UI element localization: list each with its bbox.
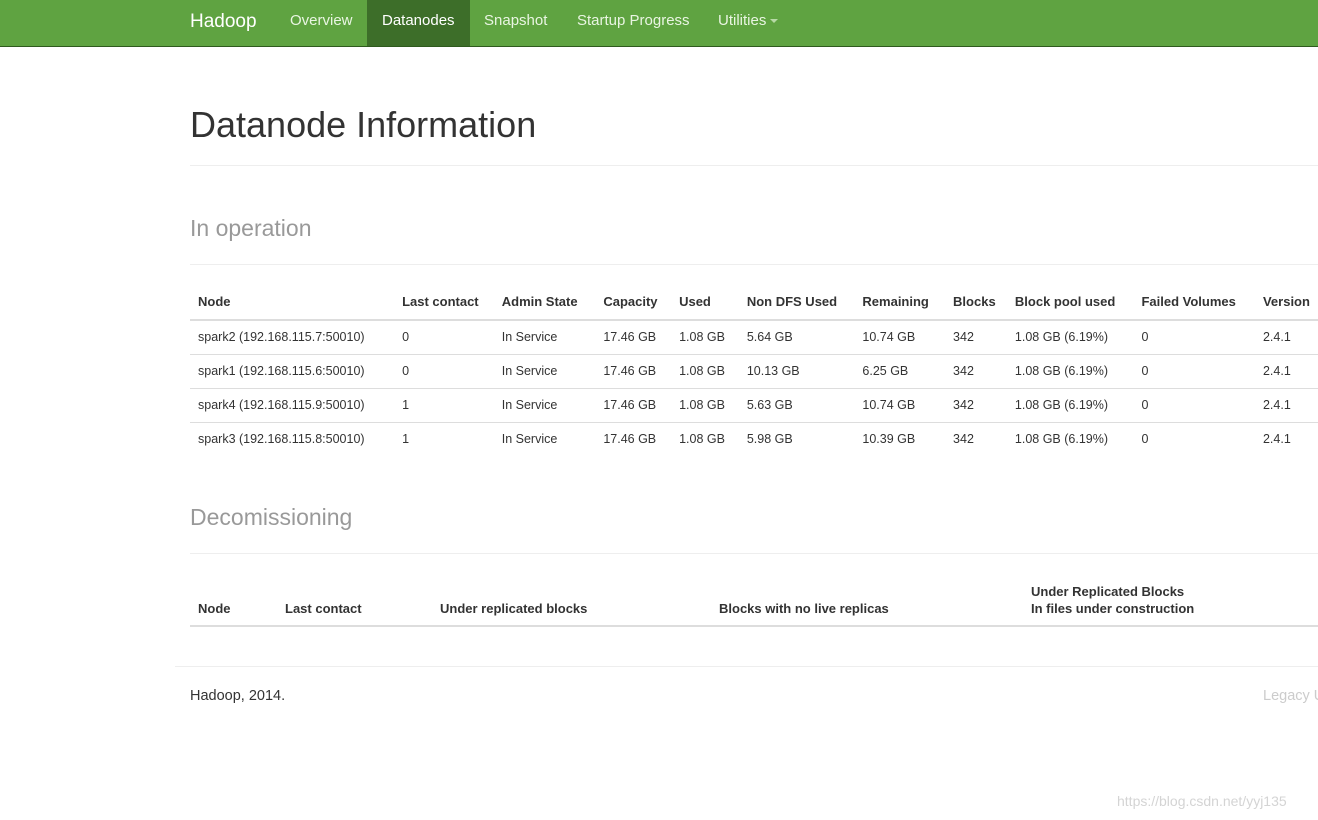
cell-version: 2.4.1: [1254, 320, 1318, 355]
footer-divider: [175, 666, 1318, 667]
caret-down-icon: [770, 19, 779, 24]
cell-blocks: 342: [945, 354, 1007, 389]
page-title: Datanode Information: [190, 104, 537, 145]
col-last-contact: Last contact: [277, 570, 432, 627]
table-row: spark1 (192.168.115.6:50010) 0 In Servic…: [190, 354, 1318, 389]
cell-admin-state: In Service: [493, 354, 596, 389]
legacy-ui-link[interactable]: Legacy U: [1263, 688, 1318, 704]
cell-used: 1.08 GB: [671, 388, 739, 423]
nav-snapshot[interactable]: Snapshot: [469, 0, 562, 46]
cell-block-pool-used: 1.08 GB (6.19%): [1014, 432, 1109, 447]
brand-link[interactable]: Hadoop: [190, 0, 257, 46]
cell-block-pool-used: 1.08 GB (6.19%): [1006, 388, 1134, 423]
nav-overview[interactable]: Overview: [275, 0, 368, 46]
col-used: Used: [671, 283, 739, 321]
decommissioning-heading: Decomissioning: [190, 504, 353, 530]
col-capacity: Capacity: [595, 283, 672, 321]
cell-block-pool-used: 1.08 GB (6.19%): [1006, 320, 1134, 355]
cell-last-contact: 1: [402, 432, 410, 447]
col-node: Node: [190, 283, 395, 321]
cell-failed-volumes: 0: [1141, 432, 1149, 447]
col-failed-volumes: Failed Volumes: [1133, 283, 1255, 321]
cell-blocks: 342: [945, 320, 1007, 355]
cell-node: spark2 (192.168.115.7:50010): [190, 320, 395, 355]
col-remaining: Remaining: [854, 283, 946, 321]
cell-last-contact: 0: [394, 320, 494, 355]
cell-non-dfs-used: 5.64 GB: [738, 320, 855, 355]
cell-used: 1.08 GB: [671, 354, 739, 389]
cell-failed-volumes: 0: [1133, 388, 1255, 423]
table-header-row: Node Last contact Under replicated block…: [190, 570, 1318, 627]
col-under-replicated-blocks: Under replicated blocks: [432, 570, 711, 627]
header-line: In files under construction: [1031, 601, 1195, 616]
col-non-dfs-used: Non DFS Used: [738, 283, 855, 321]
in-operation-divider: [190, 264, 1318, 265]
nav-startup-progress[interactable]: Startup Progress: [562, 0, 705, 46]
col-node: Node: [190, 570, 277, 627]
col-block-pool-used: Block pool used: [1006, 283, 1134, 321]
cell-admin-state: In Service: [501, 432, 558, 447]
datanodes-table: Node Last contact Admin State Capacity U…: [190, 283, 1318, 456]
cell-remaining: 6.25 GB: [854, 354, 946, 389]
cell-node: spark4 (192.168.115.9:50010): [190, 388, 395, 423]
cell-blocks: 342: [953, 432, 974, 447]
table-row: spark3 (192.168.115.8:50010) 1 In Servic…: [190, 422, 1318, 456]
nav-utilities-label: Utilities: [718, 12, 767, 29]
watermark-text: https://blog.csdn.net/yyj135: [1117, 793, 1287, 809]
cell-capacity: 17.46 GB: [595, 354, 672, 389]
footer-copyright: Hadoop, 2014.: [190, 688, 286, 704]
cell-last-contact: 0: [394, 354, 494, 389]
cell-block-pool-used: 1.08 GB (6.19%): [1006, 354, 1134, 389]
in-operation-heading: In operation: [190, 215, 312, 241]
cell-used: 1.08 GB: [679, 432, 725, 447]
table-header-row: Node Last contact Admin State Capacity U…: [190, 283, 1318, 321]
cell-blocks: 342: [945, 388, 1007, 423]
cell-last-contact: 1: [394, 388, 494, 423]
table-row: spark4 (192.168.115.9:50010) 1 In Servic…: [190, 388, 1318, 423]
col-blocks: Blocks: [945, 283, 1007, 321]
decommissioning-table: Node Last contact Under replicated block…: [190, 570, 1318, 627]
cell-admin-state: In Service: [493, 320, 596, 355]
cell-non-dfs-used: 5.98 GB: [746, 432, 793, 447]
col-last-contact: Last contact: [394, 283, 494, 321]
cell-version: 2.4.1: [1262, 432, 1291, 447]
col-admin-state: Admin State: [493, 283, 596, 321]
cell-remaining: 10.74 GB: [854, 320, 946, 355]
header-line: Under Replicated Blocks: [1031, 584, 1185, 599]
table-row: spark2 (192.168.115.7:50010) 0 In Servic…: [190, 320, 1318, 355]
cell-failed-volumes: 0: [1133, 354, 1255, 389]
nav-utilities-dropdown[interactable]: Utilities: [703, 0, 793, 46]
col-under-replicated-in-construction: Under Replicated Blocks In files under c…: [1023, 570, 1318, 627]
col-version: Version: [1254, 283, 1318, 321]
cell-non-dfs-used: 5.63 GB: [738, 388, 855, 423]
cell-capacity: 17.46 GB: [595, 388, 672, 423]
cell-node: spark3 (192.168.115.8:50010): [198, 432, 365, 447]
cell-capacity: 17.46 GB: [595, 320, 672, 355]
nav-datanodes[interactable]: Datanodes: [367, 0, 470, 46]
cell-remaining: 10.74 GB: [854, 388, 946, 423]
cell-used: 1.08 GB: [671, 320, 739, 355]
top-navbar: Hadoop Overview Datanodes Snapshot Start…: [0, 0, 1318, 47]
decommissioning-divider: [190, 553, 1318, 554]
cell-version: 2.4.1: [1254, 388, 1318, 423]
cell-capacity: 17.46 GB: [603, 432, 657, 447]
cell-non-dfs-used: 10.13 GB: [738, 354, 855, 389]
cell-node: spark1 (192.168.115.6:50010): [190, 354, 395, 389]
header-divider: [190, 165, 1318, 166]
col-blocks-no-live-replicas: Blocks with no live replicas: [711, 570, 1023, 627]
cell-admin-state: In Service: [493, 388, 596, 423]
cell-version: 2.4.1: [1254, 354, 1318, 389]
cell-failed-volumes: 0: [1133, 320, 1255, 355]
cell-remaining: 10.39 GB: [862, 432, 916, 447]
